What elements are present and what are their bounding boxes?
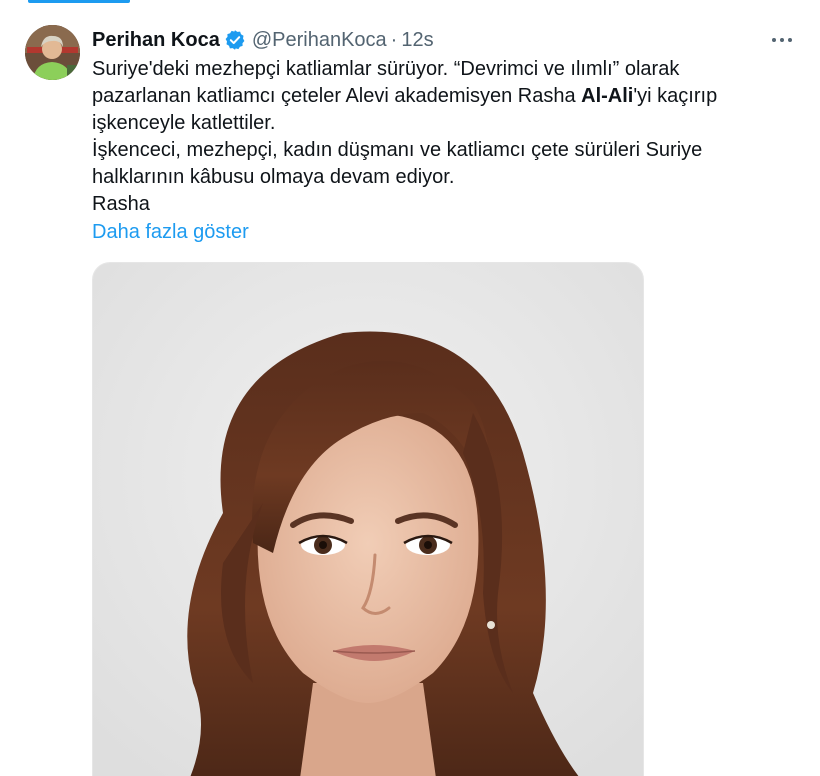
ellipsis-icon	[772, 38, 792, 42]
tweet-text-line: Suriye'deki mezhepçi katliamlar sürüyor.…	[92, 58, 680, 80]
tweet-text-line: Rasha	[92, 193, 150, 215]
show-more-link[interactable]: Daha fazla göster	[92, 219, 249, 246]
tweet-text-line: İşkenceci, mezhepçi, kadın düşmanı ve ka…	[92, 139, 703, 161]
more-options-button[interactable]	[762, 26, 802, 54]
highlighted-name: Al-Ali	[581, 85, 634, 107]
tweet-text: Suriye'deki mezhepçi katliamlar sürüyor.…	[92, 56, 792, 218]
tweet-text-line: işkenceyle katlettiler.	[92, 112, 276, 134]
avatar-image	[25, 25, 80, 80]
tweet-timestamp[interactable]: 12s	[401, 29, 433, 52]
verified-badge-icon	[224, 29, 246, 51]
active-tab-indicator	[28, 0, 130, 3]
portrait-image	[93, 263, 643, 776]
tweet-text-line: halklarının kâbusu olmaya devam ediyor.	[92, 166, 455, 188]
tweet-media-photo[interactable]	[92, 262, 644, 776]
separator-dot: ·	[390, 28, 398, 51]
tweet[interactable]: Perihan Koca @PerihanKoca · 12s Suriye'd…	[0, 0, 820, 776]
avatar[interactable]	[25, 25, 80, 80]
tweet-text-segment: pazarlanan katliamcı çeteler Alevi akade…	[92, 85, 582, 107]
tweet-text-segment: 'yi kaçırıp	[633, 85, 718, 107]
author-name[interactable]: Perihan Koca	[92, 29, 220, 52]
tweet-text-line: pazarlanan katliamcı çeteler Alevi akade…	[92, 83, 792, 110]
author-handle[interactable]: @PerihanKoca	[252, 29, 387, 52]
tweet-header: Perihan Koca @PerihanKoca · 12s	[92, 28, 434, 52]
